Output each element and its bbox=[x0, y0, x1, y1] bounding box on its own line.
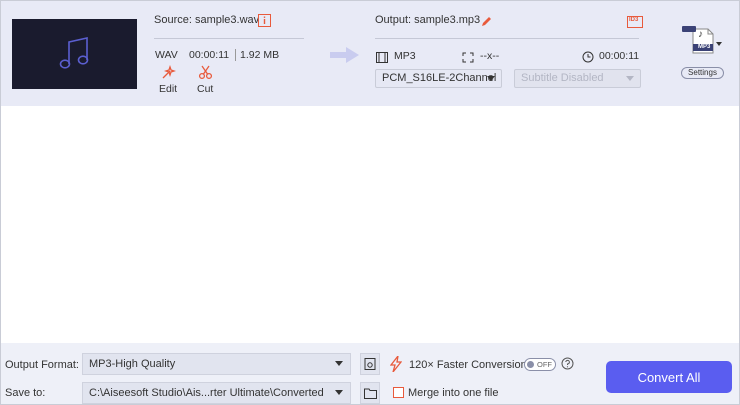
clock-icon bbox=[582, 50, 594, 68]
chevron-down-icon bbox=[626, 76, 634, 81]
file-item-row: Source: sample3.wav WAV 00:00:11 1.92 MB… bbox=[1, 1, 739, 106]
resize-icon bbox=[462, 50, 474, 68]
output-duration: 00:00:11 bbox=[599, 50, 640, 62]
subtitle-value: Subtitle Disabled bbox=[521, 72, 604, 84]
chevron-down-icon[interactable] bbox=[716, 42, 722, 46]
source-format: WAV bbox=[155, 49, 178, 61]
faster-conversion-toggle[interactable]: OFF bbox=[524, 358, 556, 371]
film-icon bbox=[376, 50, 388, 68]
output-divider bbox=[375, 38, 639, 39]
scissors-icon[interactable] bbox=[198, 65, 213, 85]
audio-track-dropdown[interactable]: PCM_S16LE-2Channel bbox=[375, 69, 502, 88]
output-format-value: MP3-High Quality bbox=[89, 358, 176, 370]
music-note-icon bbox=[59, 37, 88, 69]
info-icon[interactable] bbox=[258, 14, 271, 32]
music-note-icon: ♪ bbox=[698, 29, 703, 40]
open-folder-button[interactable] bbox=[360, 382, 380, 404]
source-size: 1.92 MB bbox=[240, 49, 280, 61]
source-filename: Source: sample3.wav bbox=[154, 14, 260, 26]
convert-all-button[interactable]: Convert All bbox=[606, 361, 732, 393]
chevron-down-icon bbox=[335, 361, 343, 366]
settings-button[interactable]: Settings bbox=[681, 67, 724, 79]
output-format-label: Output Format: bbox=[5, 359, 79, 371]
edit-label[interactable]: Edit bbox=[159, 83, 177, 95]
faster-conversion-label: 120× Faster Conversion bbox=[409, 359, 527, 371]
save-to-path[interactable]: C:\Aiseesoft Studio\Ais...rter Ultimate\… bbox=[82, 382, 351, 404]
arrow-right-icon bbox=[330, 46, 360, 69]
save-to-label: Save to: bbox=[5, 387, 46, 399]
source-duration: 00:00:11 bbox=[189, 49, 230, 61]
settings-file-icon bbox=[364, 358, 376, 370]
meta-separator bbox=[235, 49, 236, 61]
merge-label: Merge into one file bbox=[408, 387, 499, 399]
output-format-select[interactable]: MP3-High Quality bbox=[82, 353, 351, 375]
output-resolution: --x-- bbox=[480, 50, 500, 62]
convert-all-label: Convert All bbox=[637, 369, 701, 385]
cut-label[interactable]: Cut bbox=[197, 83, 213, 95]
output-filename: Output: sample3.mp3 bbox=[375, 14, 481, 26]
format-badge: MP3 bbox=[698, 44, 711, 50]
hd-badge-icon bbox=[682, 26, 696, 32]
lightning-icon bbox=[389, 355, 403, 377]
subtitle-dropdown[interactable]: Subtitle Disabled bbox=[514, 69, 641, 88]
pencil-icon[interactable] bbox=[481, 14, 493, 32]
merge-checkbox[interactable] bbox=[393, 387, 404, 398]
folder-icon bbox=[363, 388, 377, 399]
toggle-knob bbox=[527, 361, 534, 368]
edit-icon[interactable] bbox=[161, 64, 177, 85]
audio-track-value: PCM_S16LE-2Channel bbox=[382, 72, 497, 84]
save-to-value: C:\Aiseesoft Studio\Ais...rter Ultimate\… bbox=[89, 387, 324, 399]
help-icon[interactable] bbox=[561, 357, 574, 375]
chevron-down-icon bbox=[335, 390, 343, 395]
output-format: MP3 bbox=[394, 50, 416, 62]
source-divider bbox=[154, 38, 304, 39]
format-settings-button[interactable] bbox=[360, 353, 380, 375]
id3-badge: ID3 bbox=[629, 17, 639, 23]
chevron-down-icon bbox=[487, 76, 495, 81]
audio-thumbnail[interactable] bbox=[12, 19, 137, 89]
settings-label: Settings bbox=[688, 68, 717, 77]
toggle-state: OFF bbox=[537, 360, 552, 369]
